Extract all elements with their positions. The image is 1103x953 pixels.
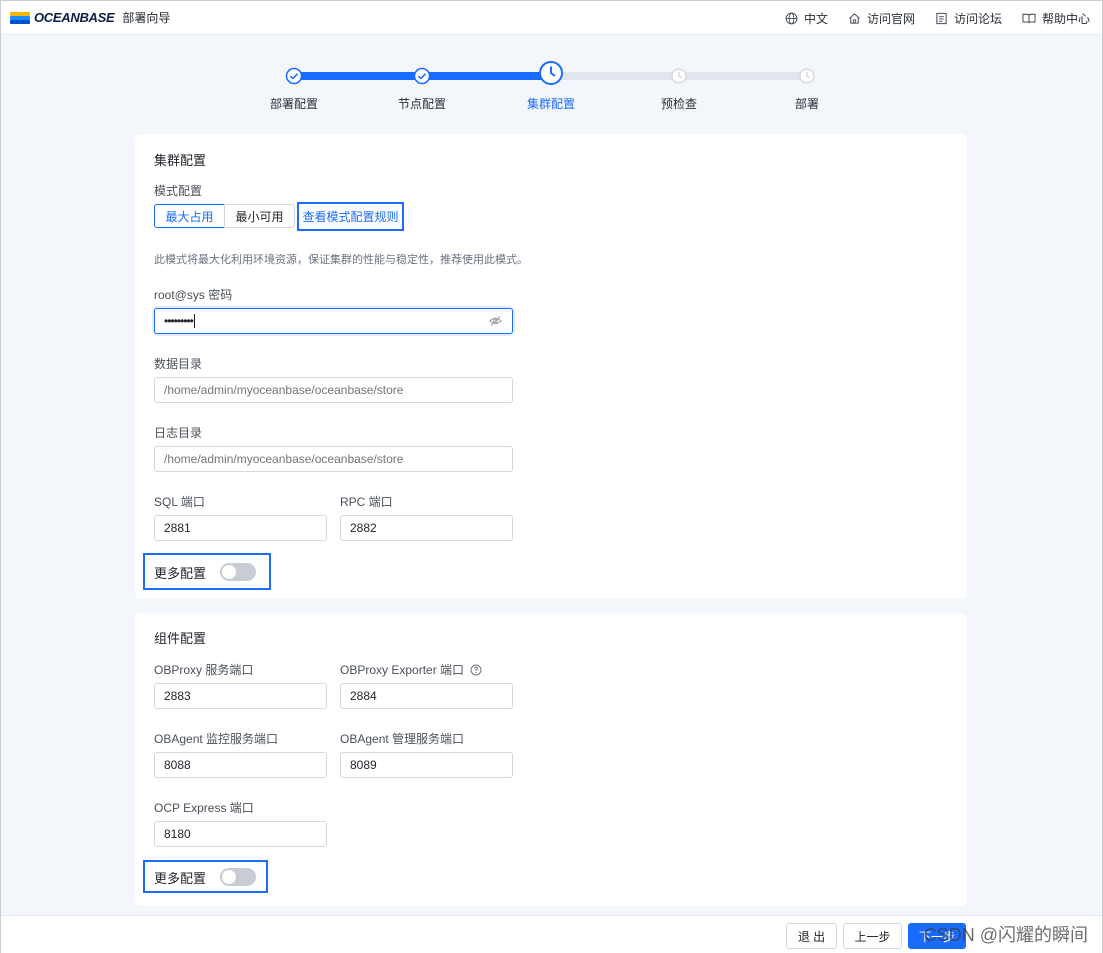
sql-port-label: SQL 端口 — [154, 495, 205, 509]
app-subtitle: 部署向导 — [122, 11, 171, 25]
log-dir-label: 日志目录 — [154, 426, 203, 440]
top-links: 中文 访问官网 访问论坛 帮助中心 — [765, 1, 1090, 35]
step-pending-clock-icon — [671, 68, 687, 84]
forum-icon — [936, 12, 947, 24]
help-center-link-label: 帮助中心 — [1041, 11, 1090, 26]
previous-step-button[interactable]: 上一步 — [843, 923, 902, 949]
language-link[interactable]: 中文 — [785, 10, 828, 27]
obproxy-port-input[interactable]: 2883 — [154, 683, 327, 709]
step-active-clock-icon — [539, 61, 563, 85]
help-center-link[interactable]: 帮助中心 — [1022, 10, 1090, 27]
oceanbase-logo-icon — [10, 11, 30, 24]
ocp-express-input[interactable]: 8180 — [154, 821, 327, 847]
component-more-config-label: 更多配置 — [154, 871, 207, 886]
cluster-config-title: 集群配置 — [154, 153, 207, 168]
home-icon — [849, 12, 860, 24]
component-config-card: 组件配置 OBProxy 服务端口 2883 OBProxy Exporter … — [135, 613, 967, 906]
obproxy-exporter-label-row: OBProxy Exporter 端口 — [340, 661, 482, 678]
ocp-express-label: OCP Express 端口 — [154, 801, 254, 815]
exit-button[interactable]: 退 出 — [786, 923, 837, 949]
obagent-manage-label: OBAgent 管理服务端口 — [340, 732, 465, 746]
data-dir-label: 数据目录 — [154, 357, 203, 371]
toggle-knob — [222, 870, 236, 884]
step-pending-clock-icon — [799, 68, 815, 84]
rpc-port-label: RPC 端口 — [340, 495, 393, 509]
obproxy-exporter-label: OBProxy Exporter 端口 — [340, 663, 465, 677]
progress-steps: 部署配置 节点配置 集群配置 预检查 部署 — [1, 59, 1102, 119]
mode-config-label: 模式配置 — [154, 184, 203, 198]
component-config-title: 组件配置 — [154, 631, 207, 646]
component-more-config-toggle[interactable] — [220, 868, 256, 886]
password-label: root@sys 密码 — [154, 288, 233, 302]
view-mode-rules-link[interactable]: 查看模式配置规则 — [299, 204, 402, 228]
mode-min-available-option[interactable]: 最小可用 — [224, 204, 295, 228]
globe-icon — [785, 12, 798, 24]
logo-text: OCEANBASE — [34, 10, 115, 25]
step-label-cluster-config: 集群配置 — [526, 97, 575, 111]
sql-port-input[interactable]: 2881 — [154, 515, 327, 541]
question-circle-icon[interactable] — [470, 664, 482, 676]
text-cursor — [193, 314, 195, 328]
mode-hint-text: 此模式将最大化利用环境资源，保证集群的性能与稳定性，推荐使用此模式。 — [154, 254, 528, 266]
password-value: ••••••••• — [164, 314, 194, 328]
obagent-monitor-label: OBAgent 监控服务端口 — [154, 732, 279, 746]
mode-max-usage-option[interactable]: 最大占用 — [154, 204, 225, 228]
top-bar: OCEANBASE 部署向导 中文 访问官网 访问论坛 帮助中心 — [1, 1, 1102, 35]
step-label-node-config: 节点配置 — [397, 97, 446, 111]
obagent-manage-input[interactable]: 8089 — [340, 752, 513, 778]
root-password-input[interactable]: ••••••••• — [154, 308, 513, 334]
next-step-button[interactable]: 下一步 — [908, 923, 966, 949]
obagent-monitor-input[interactable]: 8088 — [154, 752, 327, 778]
step-label-deploy-config: 部署配置 — [269, 97, 318, 111]
official-site-link[interactable]: 访问官网 — [848, 10, 915, 27]
step-label-precheck: 预检查 — [660, 97, 697, 111]
log-dir-input[interactable] — [154, 446, 513, 472]
brand[interactable]: OCEANBASE 部署向导 — [10, 9, 170, 26]
obproxy-exporter-input[interactable]: 2884 — [340, 683, 513, 709]
footer-bar: 退 出 上一步 下一步 — [1, 915, 1102, 953]
official-site-link-label: 访问官网 — [866, 11, 915, 26]
step-done-check-icon — [285, 67, 303, 85]
step-label-deploy: 部署 — [794, 97, 819, 111]
cluster-more-config-toggle[interactable] — [220, 563, 256, 581]
eye-invisible-icon[interactable] — [489, 315, 502, 327]
data-dir-input[interactable] — [154, 377, 513, 403]
forum-link[interactable]: 访问论坛 — [935, 10, 1002, 27]
rpc-port-input[interactable]: 2882 — [340, 515, 513, 541]
book-icon — [1022, 13, 1036, 23]
language-link-label: 中文 — [803, 11, 828, 26]
obproxy-port-label: OBProxy 服务端口 — [154, 663, 254, 677]
toggle-knob — [222, 565, 236, 579]
cluster-config-card: 集群配置 模式配置 最大占用 最小可用 查看模式配置规则 此模式将最大化利用环境… — [135, 134, 967, 599]
cluster-more-config-label: 更多配置 — [154, 566, 207, 581]
step-done-check-icon — [413, 67, 431, 85]
forum-link-label: 访问论坛 — [953, 11, 1002, 26]
